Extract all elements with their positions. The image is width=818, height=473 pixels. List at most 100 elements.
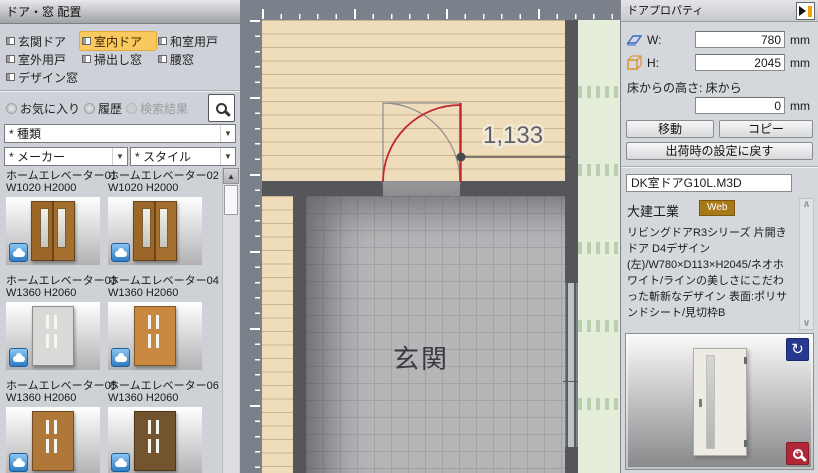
favorites-button[interactable]: お気に入り (6, 100, 80, 117)
door-swing-drawing[interactable]: 1,133 (240, 0, 620, 473)
catalog-scrollbar[interactable]: ▲ (222, 168, 239, 473)
maker-dropdown-value: * メーカー (5, 148, 112, 165)
category-waist-window[interactable]: 腰窓 (156, 50, 232, 68)
item-name: ホームエレベーター04 (108, 275, 206, 287)
divider (621, 166, 818, 168)
panel-title: ドア・窓 配置 (0, 0, 240, 24)
yellow-bar-icon (808, 6, 812, 17)
rotate-view-button[interactable]: ↻ (786, 338, 809, 361)
category-interior-door[interactable]: 室内ドア (80, 32, 156, 50)
category-japanese-room-door[interactable]: 和室用戸 (156, 32, 232, 50)
kind-dropdown[interactable]: * 種類 ▼ (4, 124, 236, 143)
reset-to-factory-button[interactable]: 出荷時の設定に戻す (626, 142, 813, 160)
height-unit: mm (790, 56, 810, 70)
floor-height-input[interactable]: 0 (695, 97, 785, 114)
divider (0, 90, 240, 92)
category-label: 腰窓 (170, 51, 194, 68)
list-item[interactable]: ホームエレベーター03 W1360 H2060 (6, 275, 104, 370)
door-properties-panel: ドアプロパティ W: 780 mm H: 2045 mm 床からの高さ: 床から… (620, 0, 818, 473)
scroll-down-icon[interactable]: ∨ (800, 318, 813, 329)
cloud-download-icon (111, 453, 130, 472)
door-glass-strip (706, 355, 715, 449)
search-icon (216, 103, 227, 114)
door-thumbnail (108, 407, 202, 473)
scrollbar-thumb[interactable] (224, 185, 238, 215)
door-thumbnail (108, 302, 202, 370)
scroll-up-icon[interactable]: ∧ (800, 199, 813, 210)
category-label: 和室用戸 (170, 33, 218, 50)
dimension-label: 1,133 (483, 122, 543, 149)
door-hinge (744, 357, 747, 364)
zoom-in-button[interactable] (786, 442, 809, 465)
floor-plan-canvas[interactable]: 1,133 玄関 (240, 0, 620, 473)
scroll-up-icon[interactable]: ▲ (223, 168, 239, 184)
play-arrow-icon (799, 6, 806, 16)
move-button[interactable]: 移動 (626, 120, 714, 138)
list-item[interactable]: ホームエレベーター06 W1360 H2060 (108, 380, 206, 473)
width-label: W: (647, 33, 661, 47)
door-preview-image (693, 348, 747, 456)
style-dropdown-value: * スタイル (131, 148, 220, 165)
history-clock-icon (84, 103, 95, 114)
floor-height-row: 0 mm (621, 97, 818, 115)
item-name: ホームエレベーター05 (6, 380, 104, 392)
item-name: ホームエレベーター02 (108, 170, 206, 182)
zoom-magnifier-icon (793, 449, 803, 459)
list-item[interactable]: ホームエレベーター05 W1360 H2060 (6, 380, 104, 473)
favorites-label: お気に入り (20, 100, 80, 117)
door-preview-box: ↻ (625, 333, 814, 470)
search-button[interactable] (208, 94, 235, 122)
style-dropdown[interactable]: * スタイル ▼ (130, 147, 236, 166)
chevron-down-icon: ▼ (220, 148, 235, 165)
category-entrance-door[interactable]: 玄関ドア (4, 32, 80, 50)
item-name: ホームエレベーター06 (108, 380, 206, 392)
category-label: デザイン窓 (18, 69, 78, 86)
maker-name: 大建工業 (627, 201, 679, 220)
door-image (134, 306, 176, 366)
room-label-entrance: 玄関 (393, 339, 449, 376)
width-input[interactable]: 780 (695, 31, 785, 48)
maker-dropdown[interactable]: * メーカー ▼ (4, 147, 128, 166)
door-handle-node[interactable] (457, 153, 466, 162)
item-size: W1020 H2000 (6, 182, 104, 194)
description-scrollbar[interactable]: ∧ ∨ (799, 198, 814, 330)
kind-dropdown-value: * 種類 (5, 125, 220, 142)
category-exterior-door[interactable]: 室外用戸 (4, 50, 80, 68)
category-label: 室外用戸 (18, 51, 66, 68)
width-unit: mm (790, 33, 810, 47)
list-item[interactable]: ホームエレベーター02 W1020 H2000 (108, 170, 206, 265)
height-box-icon (626, 55, 643, 71)
web-link-badge[interactable]: Web (699, 200, 735, 216)
door-symbol-icon (158, 37, 167, 45)
door-symbol-icon (6, 73, 15, 81)
door-hinge (744, 440, 747, 447)
category-design-window[interactable]: デザイン窓 (4, 68, 80, 86)
list-item[interactable]: ホームエレベーター04 W1360 H2060 (108, 275, 206, 370)
door-category-options: 玄関ドア 室内ドア 和室用戸 室外用戸 掃出し窓 腰窓 デザイン窓 (4, 32, 236, 86)
door-file-name-field[interactable]: DK室ドアG10L.M3D (626, 174, 792, 192)
door-symbol-icon (6, 55, 15, 63)
history-button[interactable]: 履歴 (84, 100, 122, 117)
floor-height-label: 床からの高さ: 床から (627, 79, 742, 96)
width-plane-icon (626, 32, 643, 47)
item-size: W1360 H2060 (108, 392, 206, 404)
category-sliding-window[interactable]: 掃出し窓 (80, 50, 156, 68)
search-results-label: 検索結果 (140, 100, 188, 117)
chevron-down-icon: ▼ (112, 148, 127, 165)
item-name: ホームエレベーター01 (6, 170, 104, 182)
collapse-panel-button[interactable] (796, 2, 815, 20)
door-catalog-list: ホームエレベーター01 W1020 H2000 ホームエレベーター02 W102… (0, 168, 240, 473)
item-size: W1360 H2060 (108, 287, 206, 299)
item-name: ホームエレベーター03 (6, 275, 104, 287)
door-image (32, 306, 74, 366)
copy-button[interactable]: コピー (719, 120, 813, 138)
chevron-down-icon: ▼ (220, 125, 235, 142)
quick-access-row: お気に入り 履歴 検索結果 (6, 100, 188, 117)
height-input[interactable]: 2045 (695, 54, 785, 71)
search-results-icon (126, 103, 137, 114)
door-image (133, 201, 177, 261)
properties-title: ドアプロパティ (621, 0, 818, 22)
list-item[interactable]: ホームエレベーター01 W1020 H2000 (6, 170, 104, 265)
cloud-download-icon (9, 243, 28, 262)
item-size: W1020 H2000 (108, 182, 206, 194)
